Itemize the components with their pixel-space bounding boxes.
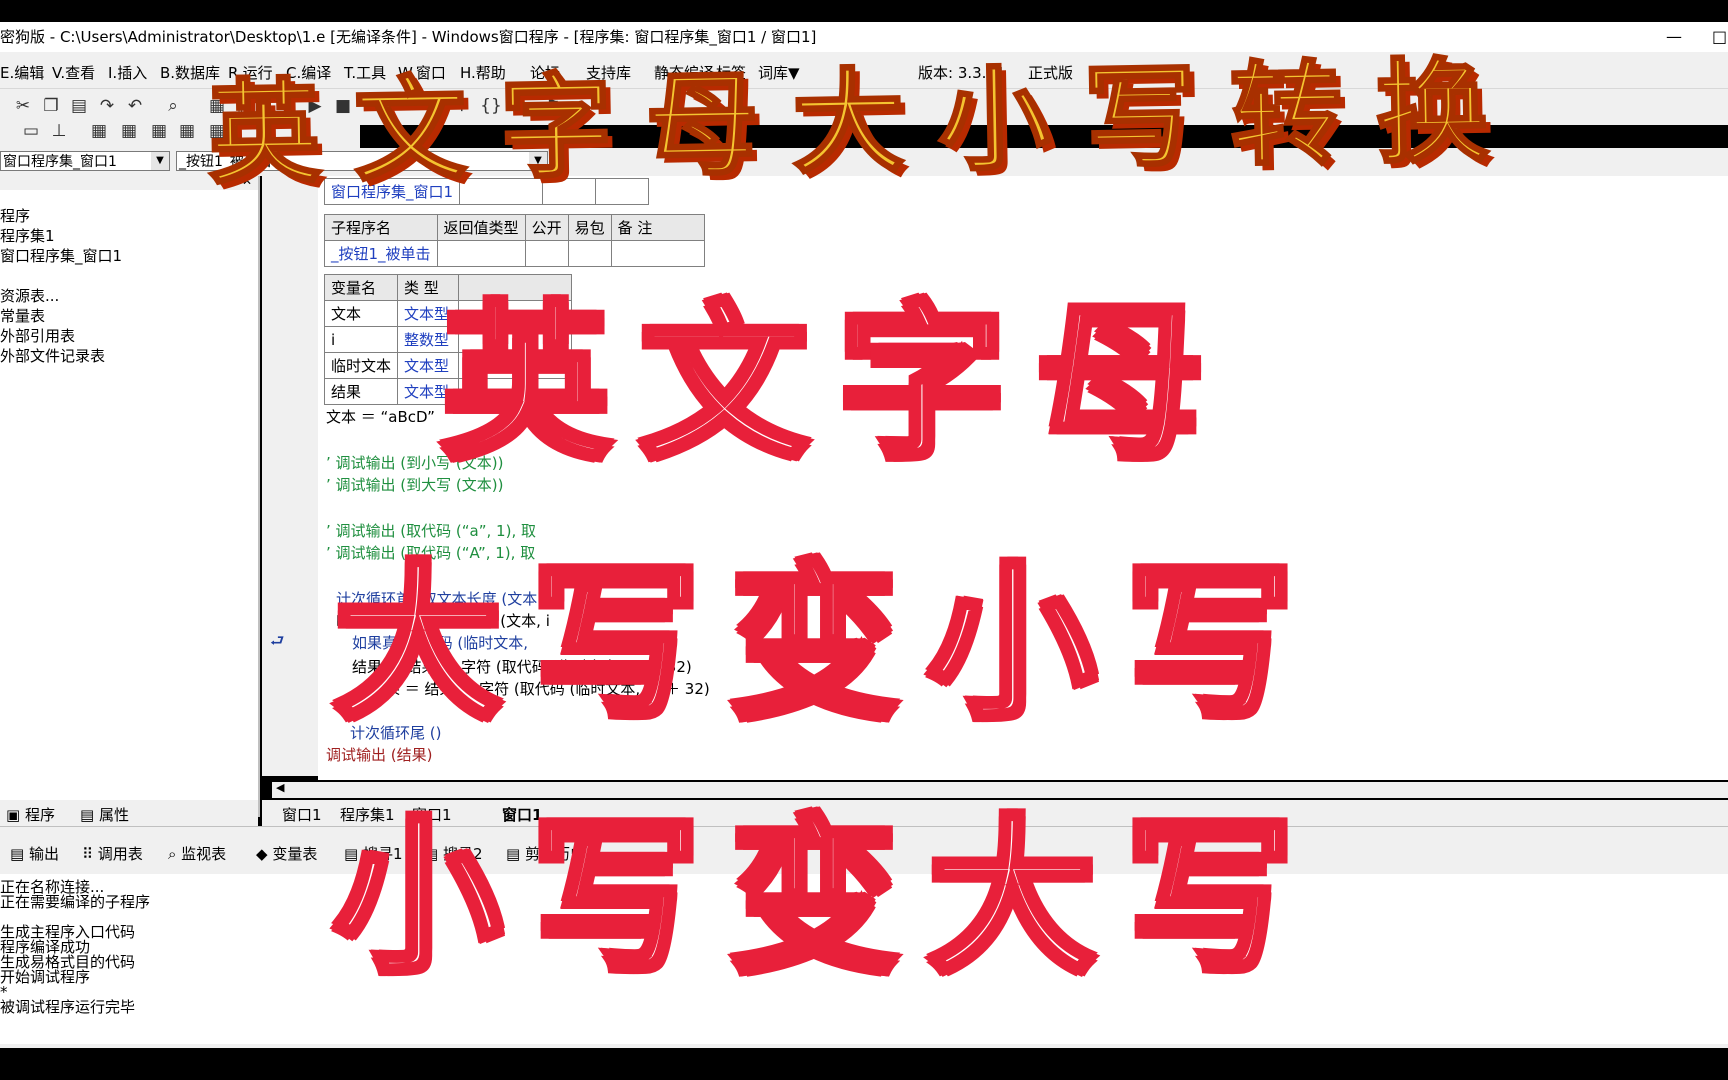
scroll-left-icon[interactable]: ◀	[276, 781, 284, 794]
tab-output-label: 输出	[28, 845, 59, 863]
tab-program-label: 程序	[24, 806, 55, 824]
table-icon[interactable]: ▦	[118, 120, 140, 142]
column-header: 返回值类型	[436, 214, 526, 241]
tab-variables-label: 变量表	[272, 845, 318, 863]
tab-program[interactable]: ▣ 程序	[6, 804, 55, 825]
tab-variables[interactable]: ◆ 变量表	[256, 843, 317, 864]
tab-output[interactable]: ▤ 输出	[10, 843, 59, 864]
doc-tab-window[interactable]: 窗口1	[282, 804, 322, 825]
column-header: 子程序名	[324, 214, 438, 241]
align-icon[interactable]: ▭	[20, 120, 42, 142]
variable-name[interactable]: 结果	[323, 378, 399, 405]
overlay-caption-1: 英文字母	[439, 283, 1234, 486]
code-line[interactable]: 文本 ＝ “aBcD”	[326, 406, 435, 427]
column-header: 备 注	[610, 214, 705, 241]
column-header: 公开	[524, 214, 569, 241]
output-line: 被调试程序运行完毕	[0, 998, 136, 1016]
tab-call-stack[interactable]: ⠿ 调用表	[82, 843, 143, 864]
output-line: 开始调试程序	[0, 968, 91, 986]
find-icon[interactable]: ⌕	[162, 95, 184, 117]
tree-item[interactable]: 程序集1	[0, 226, 122, 246]
maximize-button[interactable]: □	[1712, 22, 1727, 52]
assembly-select-value: 窗口程序集_窗口1	[3, 154, 117, 170]
tab-call-stack-label: 调用表	[97, 845, 143, 863]
output-line: 正在需要编译的子程序	[0, 893, 151, 911]
tree-item[interactable]: 常量表	[0, 306, 122, 326]
tree-item[interactable]: 程序	[0, 206, 122, 226]
redo-icon[interactable]: ↷	[96, 95, 118, 117]
table-icon[interactable]: ▦	[176, 120, 198, 142]
paste-icon[interactable]: ▤	[68, 95, 90, 117]
column-header: 变量名	[323, 274, 399, 301]
tree-item[interactable]	[0, 266, 122, 286]
status-bar	[0, 1044, 1728, 1048]
minimize-button[interactable]: —	[1666, 22, 1682, 52]
tab-watch[interactable]: ⌕ 监视表	[168, 843, 226, 864]
variable-name[interactable]: 文本	[323, 300, 399, 327]
variable-name[interactable]: i	[323, 326, 399, 353]
cut-icon[interactable]: ✂	[12, 95, 34, 117]
tree-item[interactable]: 资源表...	[0, 286, 122, 306]
project-panel: ▫ ✕ 程序 程序集1 窗口程序集_窗口1 资源表... 常量表 外部引用表 外…	[0, 174, 260, 828]
video-title-banner: 英文字母大小写转换	[206, 45, 1525, 201]
assembly-select[interactable]: 窗口程序集_窗口1 ▼	[0, 151, 170, 171]
undo-icon[interactable]: ↶	[124, 95, 146, 117]
tab-properties-label: 属性	[98, 806, 129, 824]
table-icon[interactable]: ▦	[88, 120, 110, 142]
editor-gutter: ⮐	[262, 176, 318, 776]
subroutine-name[interactable]: _按钮1_被单击	[324, 240, 438, 267]
menu-edit[interactable]: E.编辑	[0, 62, 44, 83]
chevron-down-icon[interactable]: ▼	[151, 152, 169, 170]
menu-view[interactable]: V.查看	[52, 62, 95, 83]
tree-icon[interactable]: ⊥	[48, 120, 70, 142]
variable-name[interactable]: 临时文本	[323, 352, 399, 379]
menu-insert[interactable]: I.插入	[108, 62, 147, 83]
project-tree: 程序 程序集1 窗口程序集_窗口1 资源表... 常量表 外部引用表 外部文件记…	[0, 206, 122, 366]
tree-item[interactable]: 窗口程序集_窗口1	[0, 246, 122, 266]
tree-item[interactable]: 外部引用表	[0, 326, 122, 346]
column-header: 易包	[567, 214, 612, 241]
tab-properties[interactable]: ▤ 属性	[80, 804, 129, 825]
tree-item[interactable]: 外部文件记录表	[0, 346, 122, 366]
tab-watch-label: 监视表	[181, 845, 227, 863]
overlay-caption-3: 小写变大写	[331, 797, 1324, 1000]
current-line-arrow-icon: ⮐	[270, 631, 285, 650]
table-icon[interactable]: ▦	[148, 120, 170, 142]
panel-tabs: ▣ 程序 ▤ 属性	[0, 800, 258, 828]
copy-icon[interactable]: ❐	[40, 95, 62, 117]
overlay-caption-2: 大写变小写	[331, 543, 1324, 746]
